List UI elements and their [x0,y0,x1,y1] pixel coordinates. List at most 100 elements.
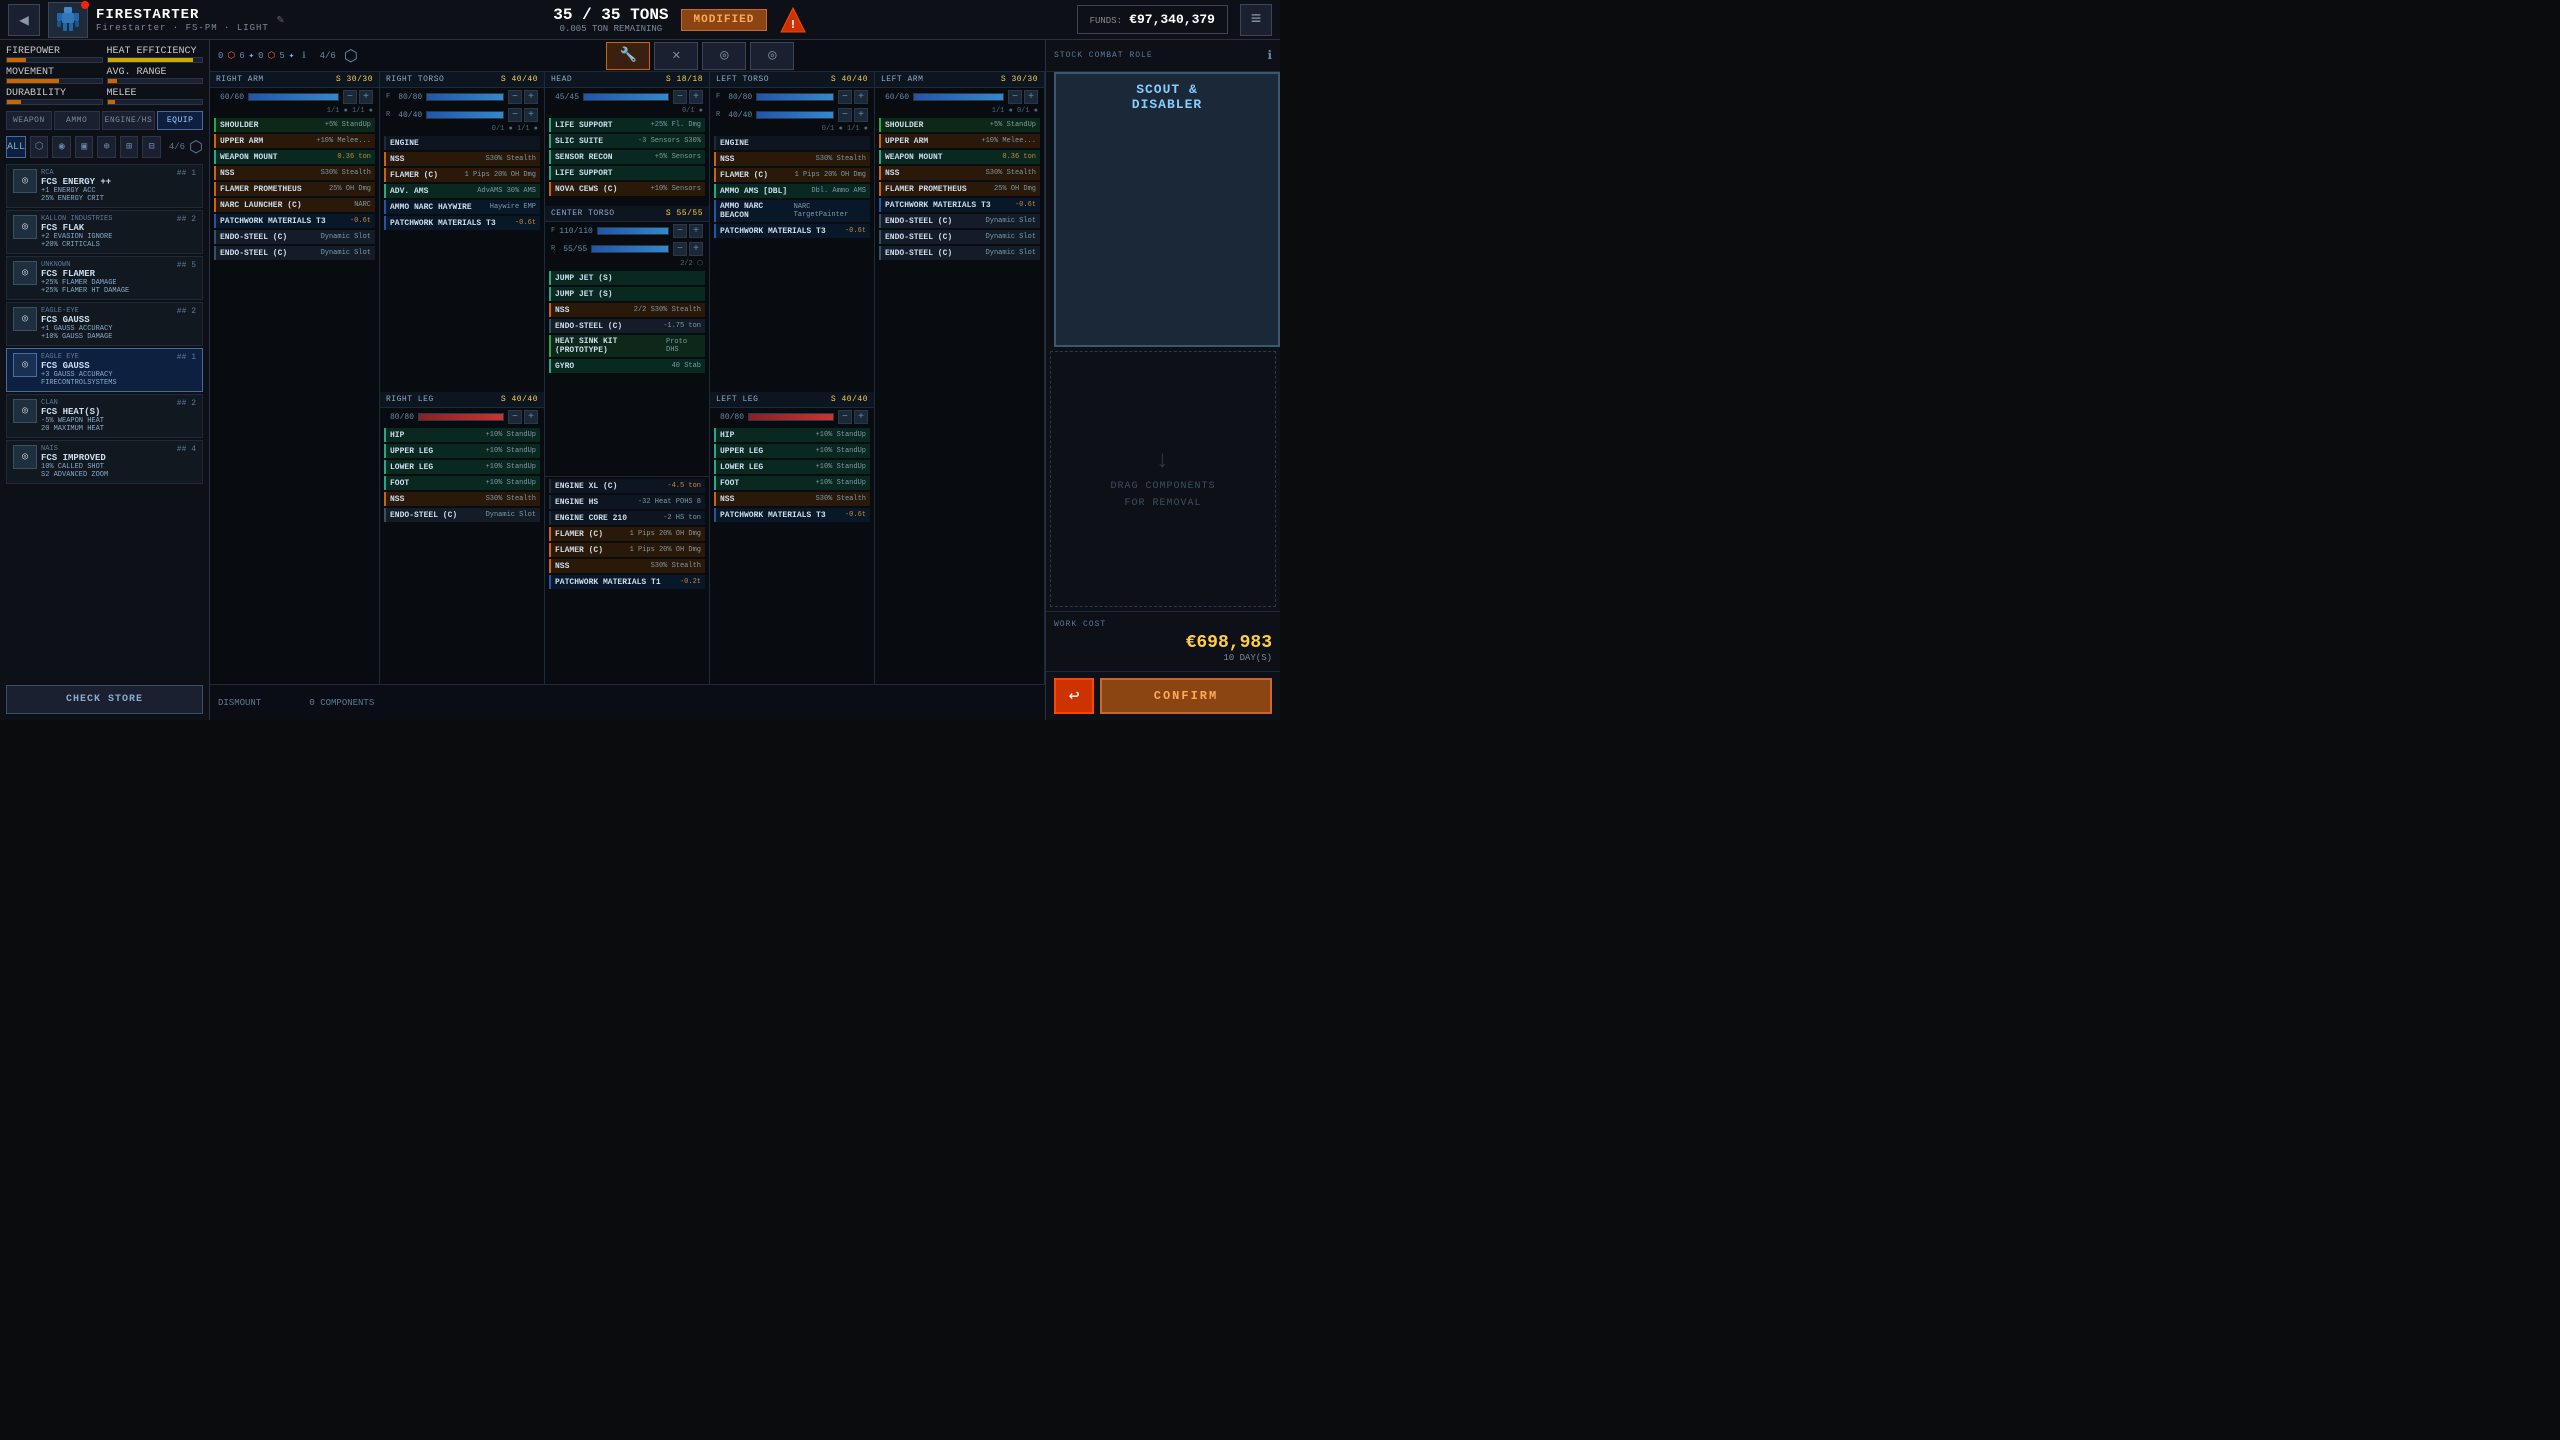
rt-minus-r[interactable]: − [508,108,522,122]
slot-weapon-mount-l[interactable]: WEAPON MOUNT 0.36 ton [879,150,1040,164]
rl-minus[interactable]: − [508,410,522,424]
lt-plus-r[interactable]: + [854,108,868,122]
tab-equip[interactable]: EQUIP [157,111,203,130]
slot-nss-rl[interactable]: NSS S30% Stealth [384,492,540,506]
tab-engine[interactable]: ENGINE/HS [102,111,156,130]
slot-weapon-mount-r[interactable]: WEAPON MOUNT 0.36 ton [214,150,375,164]
slot-nss-lt[interactable]: NSS S30% Stealth [714,152,870,166]
slot-endo-rl[interactable]: ENDO-STEEL (C) Dynamic Slot [384,508,540,522]
rl-plus[interactable]: + [524,410,538,424]
slot-engine-rt[interactable]: ENGINE [384,136,540,150]
slot-endo-ct[interactable]: ENDO-STEEL (C) -1.75 ton [549,319,705,333]
slot-hip-r[interactable]: HIP +10% StandUp [384,428,540,442]
slot-patchwork-ra[interactable]: PATCHWORK MATERIALS T3 -0.6t [214,214,375,228]
check-store-button[interactable]: CHECK STORE [6,685,203,714]
slot-shoulder-l[interactable]: SHOULDER +5% StandUp [879,118,1040,132]
right-arm-minus[interactable]: − [343,90,357,104]
ct-minus-r[interactable]: − [673,242,687,256]
close-button[interactable]: ✕ [654,42,698,70]
slot-flamer-prometheus-r[interactable]: FLAMER PROMETHEUS 25% OH Dmg [214,182,375,196]
slot-upper-leg-r[interactable]: UPPER LEG +10% StandUp [384,444,540,458]
equip-item-fcs-energy[interactable]: ◎ RCA FCS ENERGY ++ +1 ENERGY ACC 25% EN… [6,164,203,208]
ll-plus[interactable]: + [854,410,868,424]
slot-nova-cews[interactable]: NOVA CEWS (C) +10% Sensors [549,182,705,196]
slot-nss-ra[interactable]: NSS S30% Stealth [214,166,375,180]
back-button[interactable]: ◀ [8,4,40,36]
slot-patchwork-ll[interactable]: PATCHWORK MATERIALS T3 -0.6t [714,508,870,522]
filter-equipment[interactable]: ⊞ [120,136,138,158]
equip-item-fcs-heat[interactable]: ◎ CLAN FCS HEAT(S) -5% WEAPON HEAT 20 MA… [6,394,203,438]
rt-plus-r[interactable]: + [524,108,538,122]
slot-adv-ams-rt[interactable]: ADV. AMS AdvAMS 30% AMS [384,184,540,198]
rt-plus-f[interactable]: + [524,90,538,104]
filter-ballistic[interactable]: ◉ [52,136,70,158]
filter-support[interactable]: ⊕ [97,136,115,158]
tab-weapon[interactable]: WEAPON [6,111,52,130]
slot-engine-core[interactable]: ENGINE CORE 210 -2 HS ton [549,511,705,525]
slot-foot-r[interactable]: FOOT +10% StandUp [384,476,540,490]
slot-patchwork-rt[interactable]: PATCHWORK MATERIALS T3 -0.6t [384,216,540,230]
slot-ammo-narc-lt[interactable]: AMMO NARC BEACON NARC TargetPainter [714,200,870,222]
ct-minus-f[interactable]: − [673,224,687,238]
equip-item-fcs-flak[interactable]: ◎ KALLON INDUSTRIES FCS FLAK +2 EVASION … [6,210,203,254]
slot-nss-ct[interactable]: NSS 2/2 S30% Stealth [549,303,705,317]
slot-nss-rt[interactable]: NSS S30% Stealth [384,152,540,166]
lt-minus-r[interactable]: − [838,108,852,122]
slot-endo-la3[interactable]: ENDO-STEEL (C) Dynamic Slot [879,246,1040,260]
slot-nss-ll[interactable]: NSS S30% Stealth [714,492,870,506]
equip-item-fcs-flamer[interactable]: ◎ UNKNOWN FCS FLAMER +25% FLAMER DAMAGE … [6,256,203,300]
head-minus[interactable]: − [673,90,687,104]
confirm-button[interactable]: CONFIRM [1100,678,1272,714]
slot-foot-l[interactable]: FOOT +10% StandUp [714,476,870,490]
slot-jump-jet1[interactable]: JUMP JET (S) [549,271,705,285]
slot-engine-hs[interactable]: ENGINE HS -32 Heat POHS 8 [549,495,705,509]
filter-all[interactable]: ALL [6,136,26,158]
slot-hip-l[interactable]: HIP +10% StandUp [714,428,870,442]
filter-energy[interactable]: ⬡ [30,136,48,158]
slot-patchwork-lt[interactable]: PATCHWORK MATERIALS T3 -0.6t [714,224,870,238]
menu-button[interactable]: ≡ [1240,4,1272,36]
head-plus[interactable]: + [689,90,703,104]
la-minus[interactable]: − [1008,90,1022,104]
lt-minus-f[interactable]: − [838,90,852,104]
filter-other[interactable]: ⊟ [142,136,160,158]
ct-plus-f[interactable]: + [689,224,703,238]
equip-item-fcs-gauss2[interactable]: ◎ EAGLE EYE FCS GAUSS +3 GAUSS ACCURACY … [6,348,203,392]
slot-patchwork-la[interactable]: PATCHWORK MATERIALS T3 -0.6t [879,198,1040,212]
slot-nss-la[interactable]: NSS S30% Stealth [879,166,1040,180]
slot-heat-sink-kit[interactable]: HEAT SINK KIT (PROTOTYPE) Proto DHS [549,335,705,357]
slot-shoulder-r[interactable]: SHOULDER +5% StandUp [214,118,375,132]
slot-life-support2[interactable]: LIFE SUPPORT [549,166,705,180]
equip-item-fcs-improved[interactable]: ◎ NAIS FCS IMPROVED 10% CALLED SHOT S2 A… [6,440,203,484]
slot-slic-suite[interactable]: SLIC SUITE -3 Sensors S30% [549,134,705,148]
la-plus[interactable]: + [1024,90,1038,104]
equip-item-fcs-gauss1[interactable]: ◎ EAGLE-EYE FCS GAUSS +1 GAUSS ACCURACY … [6,302,203,346]
slot-endo-la1[interactable]: ENDO-STEEL (C) Dynamic Slot [879,214,1040,228]
lt-plus-f[interactable]: + [854,90,868,104]
slot-life-support1[interactable]: LIFE SUPPORT +25% Fl. Dmg [549,118,705,132]
slot-engine-xl[interactable]: ENGINE XL (C) -4.5 ton [549,479,705,493]
edit-icon[interactable]: ✎ [277,12,284,27]
slot-endo-la2[interactable]: ENDO-STEEL (C) Dynamic Slot [879,230,1040,244]
slot-gyro[interactable]: GYRO 40 Stab [549,359,705,373]
info-icon[interactable]: ℹ [1267,48,1272,63]
slot-sensor-recon[interactable]: SENSOR RECON +5% Sensors [549,150,705,164]
slot-flamer-prometheus-l[interactable]: FLAMER PROMETHEUS 25% OH Dmg [879,182,1040,196]
slot-endo-ra2[interactable]: ENDO-STEEL (C) Dynamic Slot [214,246,375,260]
slot-upper-leg-l[interactable]: UPPER LEG +10% StandUp [714,444,870,458]
rt-minus-f[interactable]: − [508,90,522,104]
slot-engine-lt[interactable]: ENGINE [714,136,870,150]
slot-flamer-cb2[interactable]: FLAMER (C) 1 Pips 20% OH Dmg [549,543,705,557]
slot-upper-arm-r[interactable]: UPPER ARM +10% Melee... [214,134,375,148]
right-arm-plus[interactable]: + [359,90,373,104]
filter-missile[interactable]: ▣ [75,136,93,158]
slot-flamer-cb1[interactable]: FLAMER (C) 1 Pips 20% OH Dmg [549,527,705,541]
slot-jump-jet2[interactable]: JUMP JET (S) [549,287,705,301]
shield1-button[interactable]: ◎ [702,42,746,70]
shield2-button[interactable]: ◎ [750,42,794,70]
slot-lower-leg-r[interactable]: LOWER LEG +10% StandUp [384,460,540,474]
slot-patchwork-t1[interactable]: PATCHWORK MATERIALS T1 -0.2t [549,575,705,589]
undo-button[interactable]: ↩ [1054,678,1094,714]
slot-nss-cb[interactable]: NSS S30% Stealth [549,559,705,573]
slot-lower-leg-l[interactable]: LOWER LEG +10% StandUp [714,460,870,474]
